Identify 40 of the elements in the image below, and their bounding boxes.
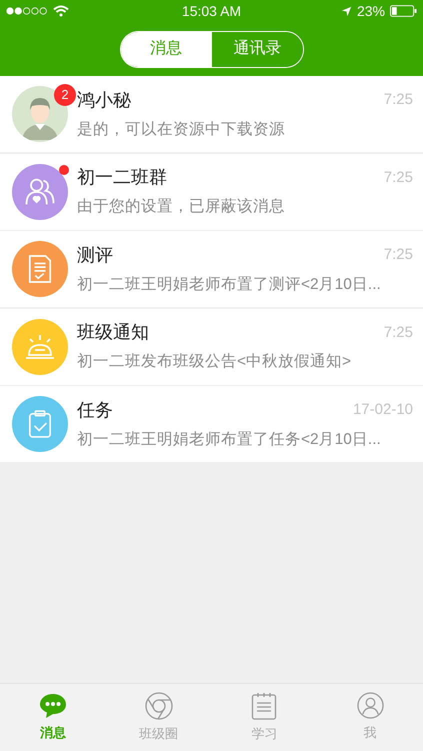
- unread-count: 2: [54, 84, 76, 106]
- bell-dome-icon: [24, 332, 56, 360]
- conversation-name: 班级通知: [77, 321, 149, 344]
- conversation-row[interactable]: 班级通知 7:25 初一二班发布班级公告<中秋放假通知>: [0, 308, 423, 384]
- message-time: 7:25: [384, 322, 413, 343]
- conversation-name: 测评: [77, 244, 113, 267]
- message-preview: 初一二班王明娟老师布置了任务<2月10日...: [77, 430, 382, 450]
- message-preview: 由于您的设置，已屏蔽该消息: [77, 197, 286, 218]
- message-time: 7:25: [384, 168, 413, 188]
- battery-icon: [390, 5, 417, 17]
- chat-bubble-icon: [38, 692, 67, 719]
- conversation-row[interactable]: 2 鸿小秘 7:25 是的，可以在资源中下载资源: [0, 76, 423, 152]
- wifi-icon: [53, 5, 69, 17]
- location-arrow-icon: [340, 6, 352, 16]
- message-preview: 初一二班发布班级公告<中秋放假通知>: [77, 352, 352, 372]
- conversation-name: 任务: [77, 398, 113, 422]
- tab-bar-item[interactable]: 我: [317, 684, 423, 751]
- message-time: 17-02-10: [352, 400, 413, 420]
- conversation-name: 鸿小秘: [77, 88, 131, 112]
- document-check-icon: [27, 254, 53, 284]
- conversation-row[interactable]: 任务 17-02-10 初一二班王明娟老师布置了任务<2月10日...: [0, 386, 423, 462]
- conversation-row[interactable]: 初一二班群 7:25 由于您的设置，已屏蔽该消息: [0, 154, 423, 230]
- user-icon: [356, 692, 384, 720]
- battery-percent: 23%: [356, 2, 385, 20]
- message-preview: 初一二班王明娟老师布置了测评<2月10日...: [77, 274, 382, 295]
- conversation-name: 初一二班群: [77, 166, 167, 190]
- tab-bar-item[interactable]: 学习: [212, 684, 318, 751]
- tab-bar-item[interactable]: 班级圈: [106, 684, 212, 751]
- clipboard-check-icon: [28, 409, 52, 439]
- message-preview: 是的，可以在资源中下载资源: [77, 120, 286, 140]
- status-time: 15:03 AM: [182, 2, 242, 20]
- message-time: 7:25: [384, 90, 413, 110]
- segment-tab[interactable]: 消息: [120, 32, 211, 66]
- signal-icon: [6, 7, 48, 15]
- tab-bar-item[interactable]: 消息: [0, 684, 106, 751]
- message-time: 7:25: [384, 245, 413, 266]
- conversation-row[interactable]: 测评 7:25 初一二班王明娟老师布置了测评<2月10日...: [0, 231, 423, 307]
- aperture-icon: [144, 692, 173, 720]
- notepad-icon: [251, 692, 278, 720]
- segment-tab[interactable]: 通讯录: [211, 32, 302, 66]
